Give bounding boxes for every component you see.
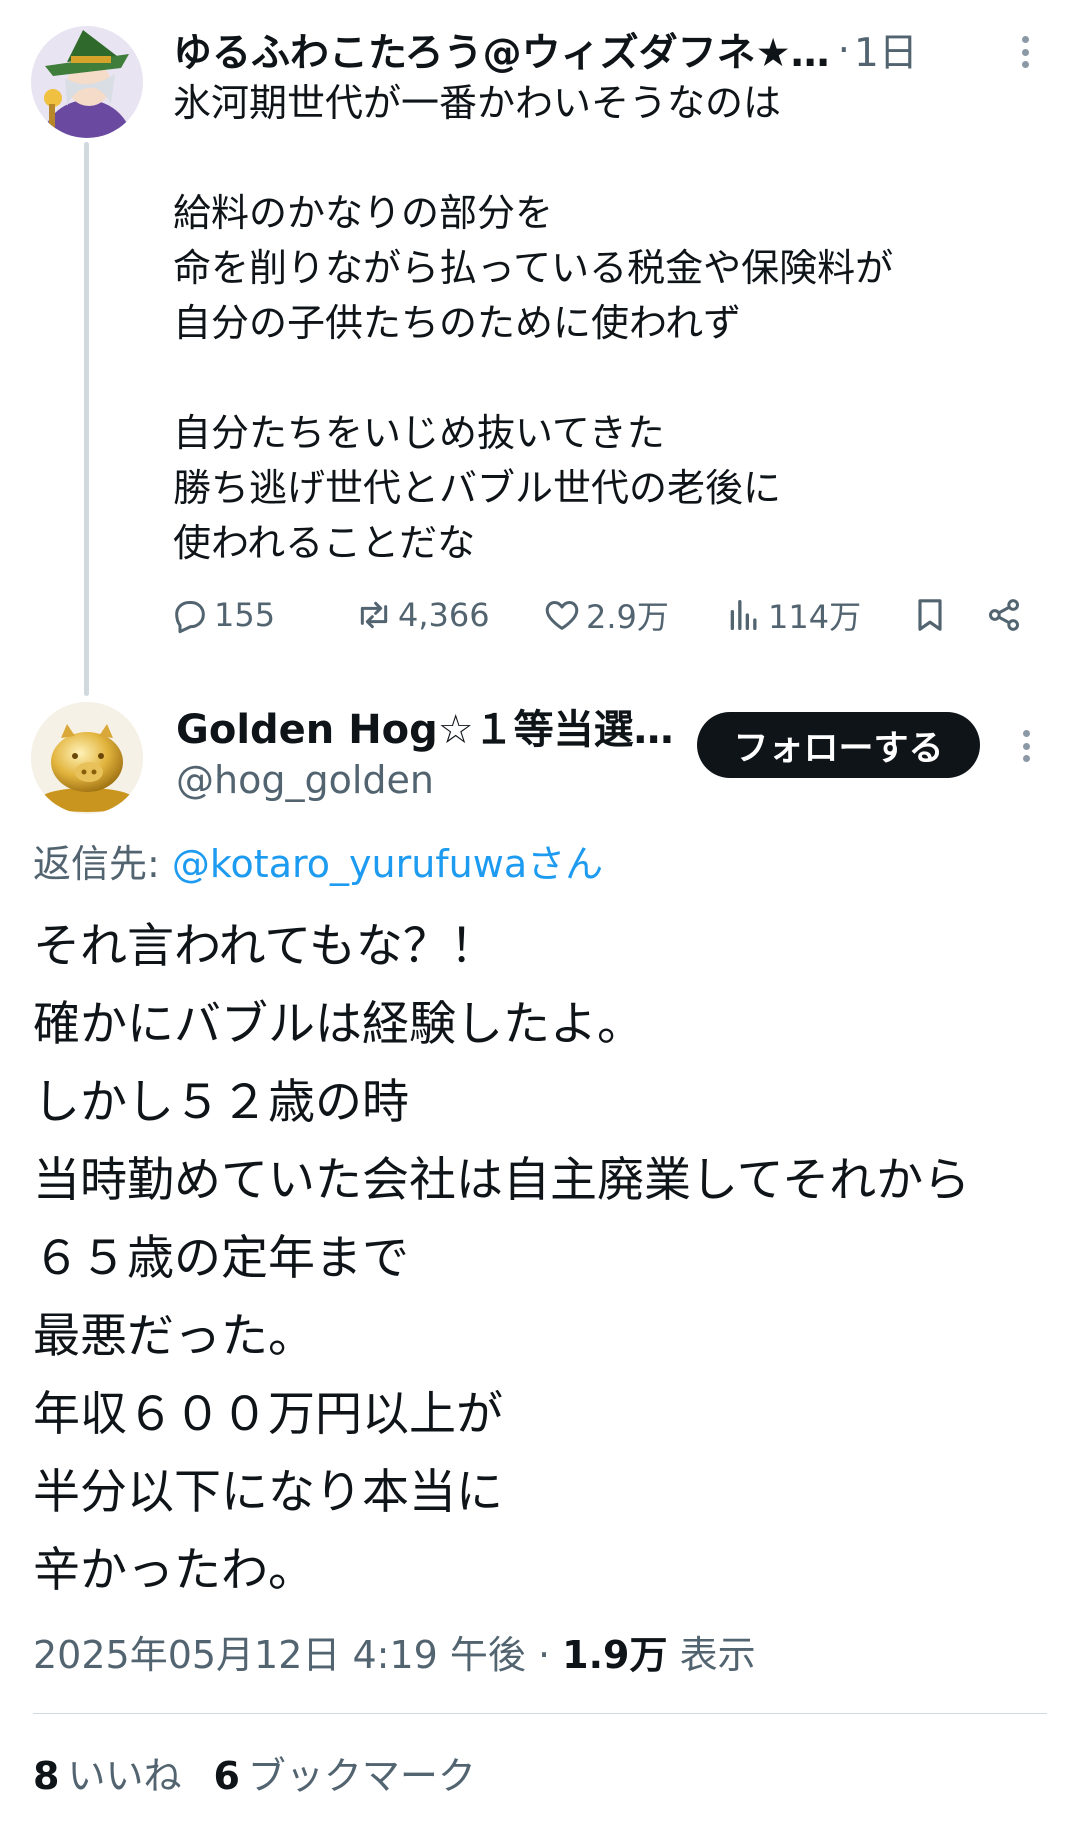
tweet-line: 給料のかなりの部分を (173, 191, 554, 235)
reply-display-name[interactable]: Golden Hog☆１等当選… (176, 702, 674, 758)
tweet-line: 使われることだな (173, 521, 476, 565)
views-icon (730, 600, 757, 630)
share-button[interactable] (984, 590, 1028, 640)
tweet-line: それ言われてもな？！ (33, 919, 497, 974)
bookmark-icon (918, 599, 942, 631)
retweet-button[interactable]: 4,366 (354, 590, 490, 640)
tweet-line: 最悪だった。 (33, 1309, 315, 1364)
parent-header: ゆるふわこたろう@ウィズダフネ★… · 1日 (173, 22, 1023, 78)
reply-to-prefix: 返信先: (33, 842, 172, 886)
heart-icon (545, 601, 579, 630)
views-count: 1.9万 (562, 1633, 668, 1677)
tweet-line: 命を削りながら払っている税金や保険料が (173, 246, 894, 290)
like-count: 2.9万 (586, 598, 669, 636)
likes-label: いいね (67, 1754, 182, 1798)
tweet-line: 自分の子供たちのために使われず (173, 301, 742, 345)
reply-count: 155 (214, 596, 276, 634)
retweet-count: 4,366 (398, 596, 490, 634)
reply-icon (175, 601, 205, 634)
header-separator: · (837, 27, 851, 73)
reply-tweet-text: それ言われてもな？！ 確かにバブルは経験したよ。 しかし５２歳の時 当時勤めてい… (33, 908, 1053, 1610)
views-count: 114万 (768, 598, 862, 636)
tweet-line: 自分たちをいじめ抜いてきた (173, 411, 665, 455)
tweet-line: 年収６００万円以上が (33, 1387, 503, 1442)
tweet-line: 確かにバブルは経験したよ。 (33, 997, 644, 1052)
parent-tweet: ゆるふわこたろう@ウィズダフネ★… · 1日 氷河期世代が一番かわいそうなのは … (0, 0, 1080, 696)
tweet-line: 半分以下になり本当に (33, 1465, 503, 1520)
reply-to-mention[interactable]: @kotaro_yurufuwaさん (172, 842, 603, 886)
tweet-line (173, 351, 1023, 406)
tweet-line: 辛かったわ。 (33, 1543, 315, 1598)
views-label: 表示 (667, 1633, 756, 1677)
reply-button[interactable]: 155 (170, 590, 275, 640)
tweet-line: しかし５２歳の時 (33, 1075, 409, 1130)
engagement-stats: 8 いいね 6 ブックマーク (33, 1748, 508, 1804)
like-button[interactable]: 2.9万 (542, 590, 669, 640)
parent-display-name[interactable]: ゆるふわこたろう@ウィズダフネ★… (173, 22, 830, 78)
views-button[interactable]: 114万 (724, 590, 861, 640)
more-icon[interactable] (1016, 722, 1036, 770)
likes-stat[interactable]: 8 いいね (33, 1748, 181, 1804)
bookmarks-stat[interactable]: 6 ブックマーク (213, 1748, 475, 1804)
share-icon (989, 599, 1019, 631)
parent-action-bar: 155 4,366 2.9万 114万 (170, 590, 1040, 640)
tweet-meta: 2025年05月12日 4:19 午後 · 1.9万 表示 (33, 1627, 756, 1683)
reply-to: 返信先: @kotaro_yurufuwaさん (33, 838, 603, 890)
tweet-line: ６５歳の定年まで (33, 1231, 409, 1286)
parent-time[interactable]: 1日 (854, 22, 918, 78)
tweet-timestamp[interactable]: 2025年05月12日 4:19 午後 (33, 1633, 526, 1677)
reply-handle[interactable]: @hog_golden (176, 753, 434, 807)
follow-button[interactable]: フォローする (697, 712, 980, 778)
more-icon[interactable] (1015, 28, 1035, 76)
tweet-line: 当時勤めていた会社は自主廃業してそれから (33, 1153, 971, 1208)
reply-avatar[interactable] (31, 702, 143, 814)
tweet-line (173, 131, 1023, 186)
tweet-line: 勝ち逃げ世代とバブル世代の老後に (173, 466, 782, 510)
parent-avatar-image (31, 26, 143, 138)
parent-tweet-text: 氷河期世代が一番かわいそうなのは 給料のかなりの部分を 命を削りながら払っている… (173, 76, 1023, 571)
bookmarks-count: 6 (213, 1754, 240, 1798)
bookmark-button[interactable] (910, 590, 954, 640)
reply-avatar-image (31, 702, 143, 814)
parent-avatar[interactable] (31, 26, 143, 138)
bookmarks-label: ブックマーク (247, 1754, 476, 1798)
thread-line (84, 142, 89, 696)
likes-count: 8 (33, 1754, 60, 1798)
meta-separator: · (525, 1633, 563, 1677)
retweet-icon (360, 601, 388, 629)
divider (33, 1713, 1047, 1714)
tweet-line: 氷河期世代が一番かわいそうなのは (173, 81, 782, 125)
